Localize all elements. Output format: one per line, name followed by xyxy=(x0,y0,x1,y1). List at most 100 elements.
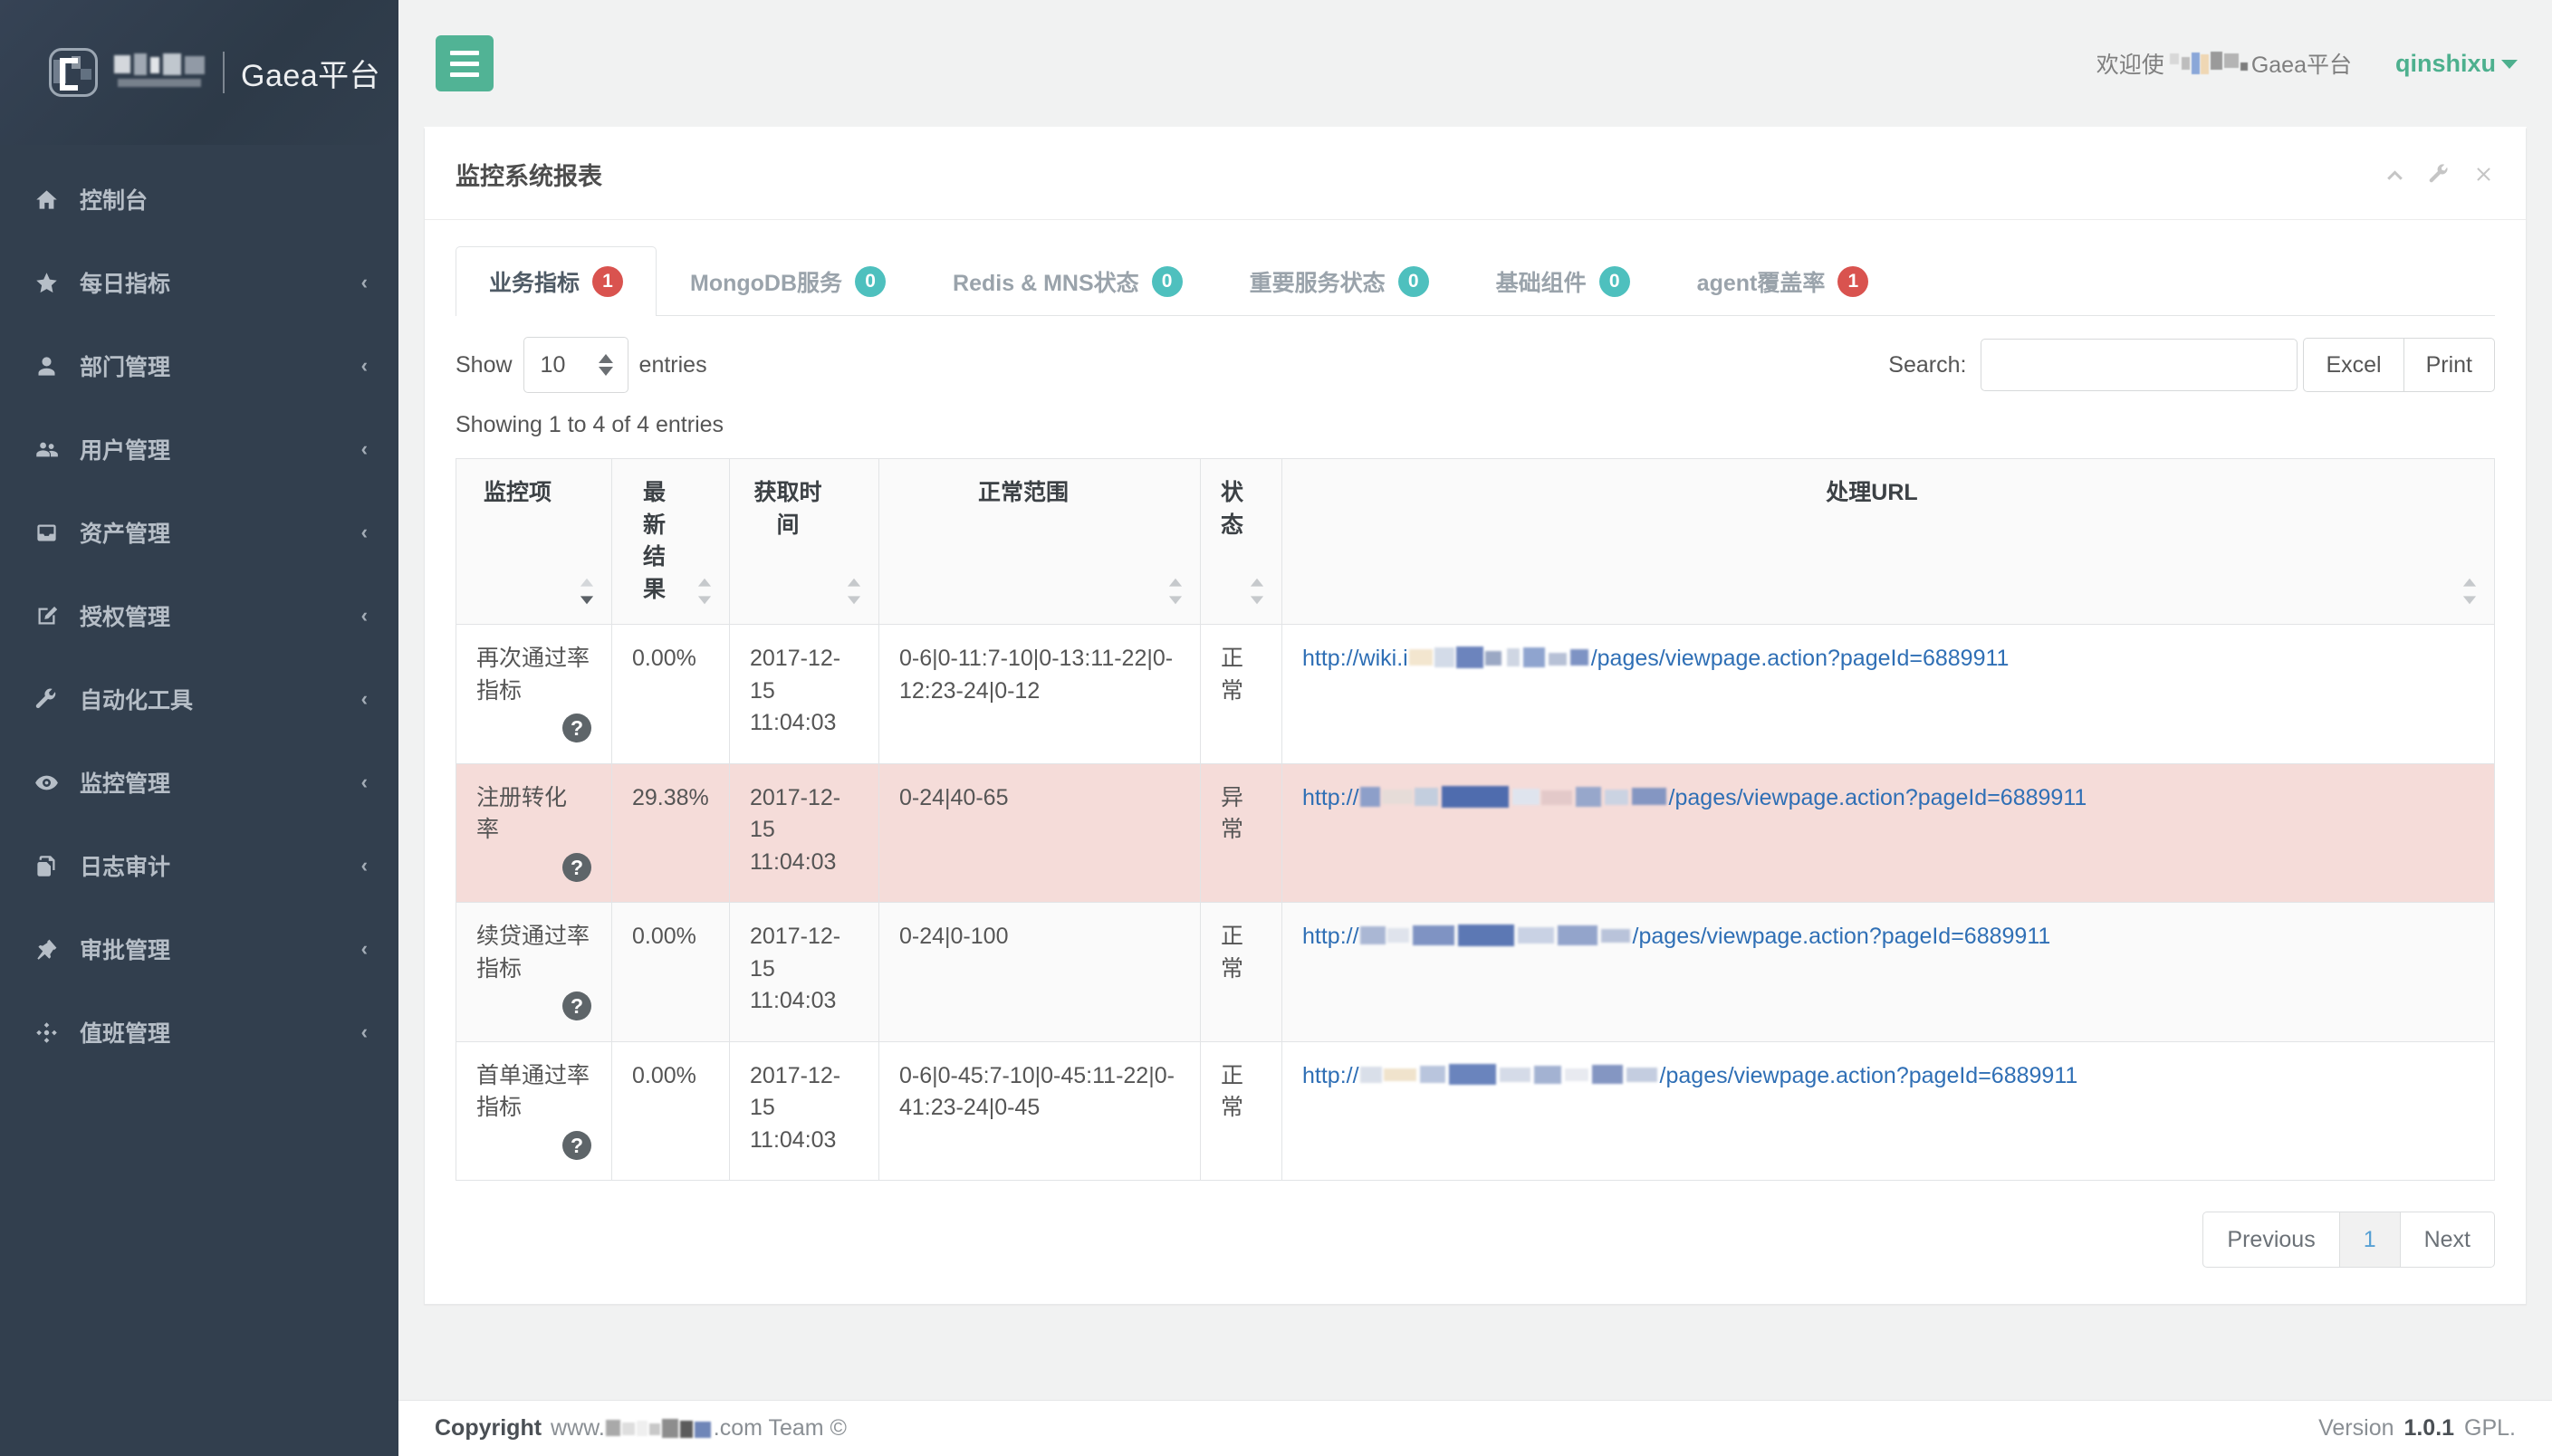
close-icon[interactable] xyxy=(2472,163,2495,186)
handle-url-link[interactable]: http:// /pages/viewpage.action?pageId=688… xyxy=(1302,784,2087,810)
monitor-item-name: 注册转化率 xyxy=(476,784,568,843)
column-header-4[interactable]: 正常范围 xyxy=(878,458,1201,625)
column-header-label: 状态 xyxy=(1221,480,1244,538)
monitor-item-name: 续贷通过率指标 xyxy=(476,924,590,982)
sidebar: Gaea平台 控制台 每日指标 ‹ 部门管理 ‹ 用户管理 ‹ 资产管理 ‹ 授权管理 ‹ 自动化工具… xyxy=(0,0,398,1456)
brand-redacted-text xyxy=(112,52,210,93)
pagination-next[interactable]: Next xyxy=(2400,1212,2495,1268)
topbar: 欢迎使 Gaea平台 qinshixu xyxy=(398,0,2552,127)
tab-label: 基础组件 xyxy=(1495,270,1587,296)
tab-6[interactable]: agent覆盖率 1 xyxy=(1664,246,1903,315)
tab-4[interactable]: 重要服务状态 0 xyxy=(1216,246,1463,315)
sidebar-item-9[interactable]: 日志审计 ‹ xyxy=(0,824,398,907)
monitoring-report-panel: 监控系统报表 业务指标 1 MongoDB服务 0 Redis & MNS状态 … xyxy=(424,127,2527,1305)
sidebar-item-label: 授权管理 xyxy=(80,605,171,630)
sidebar-item-5[interactable]: 资产管理 ‹ xyxy=(0,491,398,574)
user-menu-button[interactable]: qinshixu xyxy=(2395,50,2518,78)
sidebar-item-label: 自动化工具 xyxy=(80,688,194,714)
cell-handle-url: http:// /pages/viewpage.action?pageId=688… xyxy=(1281,762,2495,903)
pagination-page-1[interactable]: 1 xyxy=(2339,1212,2401,1268)
tab-label: 业务指标 xyxy=(489,271,580,296)
column-header-label: 处理URL xyxy=(1826,480,1918,505)
cell-monitor-item: 再次通过率指标? xyxy=(456,624,612,764)
brand-logo[interactable]: Gaea平台 xyxy=(0,0,398,145)
tab-badge: 0 xyxy=(1151,265,1183,297)
sidebar-item-2[interactable]: 每日指标 ‹ xyxy=(0,241,398,324)
column-header-3[interactable]: 获取时间 xyxy=(729,458,879,625)
help-icon[interactable]: ? xyxy=(562,1130,591,1160)
handle-url-link[interactable]: http:// /pages/viewpage.action?pageId=688… xyxy=(1302,1062,2077,1088)
tab-label: Redis & MNS状态 xyxy=(953,270,1139,296)
cell-status: 正常 xyxy=(1200,902,1282,1042)
cell-status: 异常 xyxy=(1200,762,1282,903)
brand-divider xyxy=(223,52,225,93)
tab-label: 重要服务状态 xyxy=(1249,270,1386,296)
sidebar-item-1[interactable]: 控制台 xyxy=(0,158,398,241)
entries-info: Showing 1 to 4 of 4 entries xyxy=(456,412,724,437)
sidebar-item-label: 部门管理 xyxy=(80,355,171,380)
chevron-left-icon: ‹ xyxy=(360,354,368,377)
help-icon[interactable]: ? xyxy=(562,714,591,743)
cell-latest-result: 0.00% xyxy=(611,902,730,1042)
excel-export-button[interactable]: Excel xyxy=(2303,338,2404,392)
sidebar-item-11[interactable]: 值班管理 ‹ xyxy=(0,991,398,1074)
sidebar-item-3[interactable]: 部门管理 ‹ xyxy=(0,324,398,407)
table-header-row: 监控项 最新结果 获取时间 正常范围 状态 处理URL xyxy=(456,458,2495,625)
show-label: Show xyxy=(456,351,513,378)
sidebar-item-7[interactable]: 自动化工具 ‹ xyxy=(0,657,398,741)
column-header-5[interactable]: 状态 xyxy=(1200,458,1282,625)
column-header-1[interactable]: 监控项 xyxy=(456,458,612,625)
sidebar-item-4[interactable]: 用户管理 ‹ xyxy=(0,407,398,491)
sidebar-menu: 控制台 每日指标 ‹ 部门管理 ‹ 用户管理 ‹ 资产管理 ‹ 授权管理 ‹ 自动化工具 ‹ 监控管理 ‹ 日… xyxy=(0,145,398,1074)
chevron-down-icon xyxy=(2501,60,2518,70)
welcome-prefix: 欢迎使 xyxy=(2096,53,2164,78)
tab-2[interactable]: MongoDB服务 0 xyxy=(657,246,919,315)
tab-1[interactable]: 业务指标 1 xyxy=(456,246,657,316)
chevron-left-icon: ‹ xyxy=(360,1020,368,1043)
print-button[interactable]: Print xyxy=(2403,338,2495,392)
chevron-left-icon: ‹ xyxy=(360,687,368,710)
main-column: 欢迎使 Gaea平台 qinshixu 监控系统报表 业务指标 1 MongoD… xyxy=(398,0,2552,1456)
sidebar-item-6[interactable]: 授权管理 ‹ xyxy=(0,574,398,657)
settings-wrench-icon[interactable] xyxy=(2428,163,2451,186)
help-icon[interactable]: ? xyxy=(562,991,591,1021)
url-prefix: http:// xyxy=(1302,784,1359,810)
handle-url-link[interactable]: http:// /pages/viewpage.action?pageId=688… xyxy=(1302,924,2050,949)
sort-icon xyxy=(579,577,595,606)
url-redacted-domain xyxy=(1359,924,1632,947)
version-label: Version xyxy=(2318,1415,2394,1441)
welcome-message: 欢迎使 Gaea平台 xyxy=(2096,47,2352,80)
url-prefix: http:// xyxy=(1302,924,1359,949)
search-label: Search: xyxy=(1888,351,1967,378)
search-input[interactable] xyxy=(1981,339,2298,391)
url-redacted-domain xyxy=(1359,1062,1659,1087)
cell-handle-url: http:// /pages/viewpage.action?pageId=688… xyxy=(1281,902,2495,1042)
page-length-select[interactable]: 10 xyxy=(523,337,628,393)
sidebar-item-label: 资产管理 xyxy=(80,522,171,547)
column-header-6[interactable]: 处理URL xyxy=(1281,458,2495,625)
star-icon xyxy=(34,271,74,295)
eye-icon xyxy=(34,771,74,795)
table-row: 续贷通过率指标? 0.00% 2017-12-15 11:04:03 0-24|0-1… xyxy=(456,902,2495,1042)
collapse-icon[interactable] xyxy=(2384,163,2406,186)
crosshair-icon xyxy=(34,1020,74,1045)
handle-url-link[interactable]: http://wiki.i/pages/viewpage.action?page… xyxy=(1302,646,2009,671)
inbox-icon xyxy=(34,521,74,545)
url-prefix: http://wiki.i xyxy=(1302,646,1408,671)
sidebar-item-label: 控制台 xyxy=(80,188,149,214)
sidebar-item-10[interactable]: 审批管理 ‹ xyxy=(0,907,398,991)
tab-3[interactable]: Redis & MNS状态 0 xyxy=(919,246,1216,315)
sidebar-item-8[interactable]: 监控管理 ‹ xyxy=(0,741,398,824)
help-icon[interactable]: ? xyxy=(562,852,591,882)
content-area: 监控系统报表 业务指标 1 MongoDB服务 0 Redis & MNS状态 … xyxy=(398,127,2552,1400)
pagination-previous[interactable]: Previous xyxy=(2202,1212,2340,1268)
tab-5[interactable]: 基础组件 0 xyxy=(1463,246,1664,315)
column-header-label: 正常范围 xyxy=(977,480,1069,505)
menu-toggle-button[interactable] xyxy=(436,35,494,91)
chevron-left-icon: ‹ xyxy=(360,437,368,460)
column-header-label: 监控项 xyxy=(483,480,552,505)
monitoring-table: 监控项 最新结果 获取时间 正常范围 状态 处理URL 再次通过率指标? 0.00% 2017… xyxy=(456,458,2495,1181)
page-footer: Copyright www. .com Team © Version 1.0.1 … xyxy=(398,1400,2552,1456)
column-header-2[interactable]: 最新结果 xyxy=(611,458,730,625)
cell-latest-result: 29.38% xyxy=(611,762,730,903)
